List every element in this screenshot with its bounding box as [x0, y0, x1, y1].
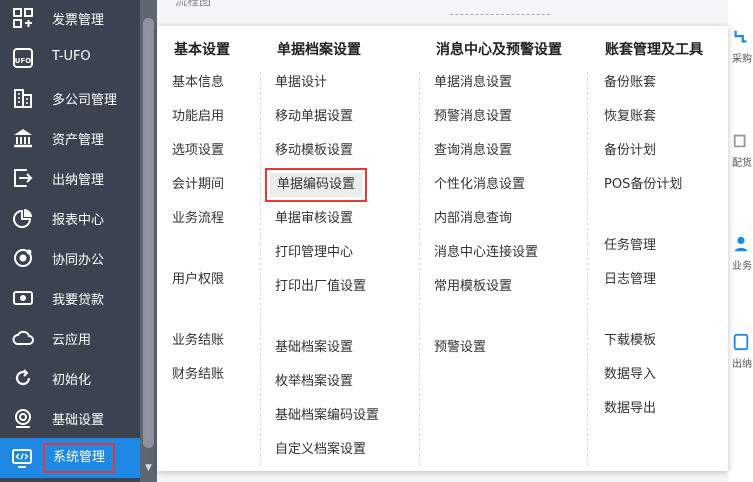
system-code-monitor-icon: [10, 447, 34, 469]
menu-item-business-closing[interactable]: 业务结账: [172, 332, 224, 350]
purchase-flow-icon: [734, 30, 747, 43]
menu-item-log-management[interactable]: 日志管理: [604, 271, 656, 289]
right-item-business[interactable]: 业务: [732, 235, 753, 272]
menu-item-custom-archive-settings[interactable]: 自定义档案设置: [275, 441, 366, 459]
sidebar-item-label: 多公司管理: [52, 93, 118, 108]
gear-settings-icon: [11, 407, 35, 429]
menu-item-mobile-document-settings[interactable]: 移动单据设置: [275, 108, 353, 126]
sidebar-item-invoice[interactable]: 发票管理: [0, 0, 140, 38]
menu-item-data-import[interactable]: 数据导入: [604, 366, 656, 384]
menu-item-archive-code-settings[interactable]: 基础档案编码设置: [275, 407, 379, 425]
menu-item-document-design[interactable]: 单据设计: [275, 74, 327, 92]
menu-item-feature-enable[interactable]: 功能启用: [172, 108, 224, 126]
sidebar-item-loan[interactable]: 我要贷款: [0, 278, 140, 318]
sidebar-item-assets[interactable]: 资产管理: [0, 118, 140, 158]
sidebar-item-label: 报表中心: [52, 213, 105, 228]
menu-column-title: 账套管理及工具: [605, 42, 703, 58]
sidebar-item-label: 出纳管理: [52, 173, 105, 188]
background-top-label: 流程图: [175, 0, 212, 8]
bank-asset-icon: [11, 127, 35, 149]
sidebar-item-cashier[interactable]: 出纳管理: [0, 158, 140, 198]
scroll-down-icon[interactable]: ▼: [143, 462, 154, 474]
menu-item-option-settings[interactable]: 选项设置: [172, 142, 224, 160]
sidebar-item-label: 发票管理: [52, 13, 105, 28]
column-divider: [419, 72, 420, 466]
column-divider: [260, 72, 261, 466]
sidebar-item-system-management[interactable]: 系统管理: [0, 438, 140, 478]
cloud-icon: [11, 327, 35, 349]
menu-item-document-message-settings[interactable]: 单据消息设置: [434, 74, 512, 92]
menu-item-accounting-period[interactable]: 会计期间: [172, 176, 224, 194]
menu-item-enum-archive-settings[interactable]: 枚举档案设置: [275, 373, 353, 391]
menu-item-alert-settings[interactable]: 预警设置: [434, 339, 486, 357]
menu-item-mobile-template-settings[interactable]: 移动模板设置: [275, 142, 353, 160]
sidebar-item-t-ufo[interactable]: UFO T-UFO: [0, 38, 140, 78]
sidebar-item-multi-company[interactable]: 多公司管理: [0, 78, 140, 118]
invoice-grid-icon: [11, 7, 35, 29]
sidebar-item-label: 系统管理: [43, 443, 116, 473]
sidebar-item-initialize[interactable]: 初始化: [0, 358, 140, 398]
menu-item-download-template[interactable]: 下载模板: [604, 332, 656, 350]
menu-item-data-export[interactable]: 数据导出: [604, 400, 656, 418]
svg-text:UFO: UFO: [15, 57, 31, 65]
menu-column-title: 单据档案设置: [277, 42, 361, 58]
sidebar-item-cloud-apps[interactable]: 云应用: [0, 318, 140, 358]
menu-item-print-factory-defaults[interactable]: 打印出厂值设置: [275, 278, 366, 296]
menu-item-user-permissions[interactable]: 用户权限: [172, 271, 224, 289]
sidebar-item-label: 我要贷款: [52, 293, 105, 308]
cashier-export-icon: [11, 167, 35, 189]
menu-item-print-management-center[interactable]: 打印管理中心: [275, 244, 353, 262]
collaboration-icon: [11, 247, 35, 269]
menu-column-title: 基本设置: [174, 42, 230, 58]
company-building-icon: [11, 87, 35, 109]
menu-item-document-code-settings[interactable]: 单据编码设置: [264, 168, 368, 202]
distribution-icon: [733, 134, 746, 148]
right-item-distribution[interactable]: 配货: [732, 132, 753, 169]
sidebar-item-label: 资产管理: [52, 133, 105, 148]
menu-item-task-management[interactable]: 任务管理: [604, 237, 656, 255]
cashier-doc-icon: [733, 333, 749, 351]
menu-item-personalized-message-settings[interactable]: 个性化消息设置: [434, 176, 525, 194]
sidebar-scrollbar-thumb[interactable]: [143, 18, 154, 448]
right-item-label: 采购: [732, 54, 752, 65]
business-users-icon: [734, 236, 748, 252]
sidebar-item-label: T-UFO: [52, 49, 91, 64]
refresh-init-icon: [11, 367, 35, 389]
sidebar-item-reports[interactable]: 报表中心: [0, 198, 140, 238]
menu-item-backup-plan[interactable]: 备份计划: [604, 142, 656, 160]
menu-item-query-message-settings[interactable]: 查询消息设置: [434, 142, 512, 160]
menu-item-common-template-settings[interactable]: 常用模板设置: [434, 278, 512, 296]
sidebar: 发票管理 UFO T-UFO 多公司管理 资产管理 出纳管理 报表中心 协同办公…: [0, 0, 140, 482]
right-item-label: 业务: [732, 261, 752, 272]
menu-item-basic-archive-settings[interactable]: 基础档案设置: [275, 339, 353, 357]
menu-item-business-process[interactable]: 业务流程: [172, 210, 224, 228]
sidebar-item-label: 云应用: [52, 333, 92, 348]
menu-item-backup-account[interactable]: 备份账套: [604, 74, 656, 92]
right-item-label: 出纳: [732, 359, 752, 370]
background-dashed-line: [450, 14, 550, 15]
sidebar-item-basic-settings[interactable]: 基础设置: [0, 398, 140, 438]
system-management-menu: 基本设置 单据档案设置 消息中心及预警设置 账套管理及工具 基本信息 功能启用 …: [157, 26, 728, 471]
ufo-report-icon: UFO: [11, 47, 35, 69]
right-item-purchase[interactable]: 采购: [732, 28, 753, 65]
menu-column-title: 消息中心及预警设置: [436, 42, 562, 58]
sidebar-item-collaboration[interactable]: 协同办公: [0, 238, 140, 278]
loan-cash-icon: [11, 287, 35, 309]
menu-item-restore-account[interactable]: 恢复账套: [604, 108, 656, 126]
pie-chart-icon: [11, 207, 35, 229]
sidebar-item-label: 协同办公: [52, 253, 105, 268]
menu-item-document-review-settings[interactable]: 单据审核设置: [275, 210, 353, 228]
sidebar-item-label: 初始化: [52, 373, 92, 388]
column-divider: [587, 72, 588, 466]
right-item-label: 配货: [732, 158, 752, 169]
menu-item-alert-message-settings[interactable]: 预警消息设置: [434, 108, 512, 126]
menu-item-internal-message-query[interactable]: 内部消息查询: [434, 210, 512, 228]
menu-item-message-center-connection[interactable]: 消息中心连接设置: [434, 244, 538, 262]
menu-item-basic-info[interactable]: 基本信息: [172, 74, 224, 92]
menu-item-financial-closing[interactable]: 财务结账: [172, 366, 224, 384]
right-item-cashier[interactable]: 出纳: [732, 333, 753, 370]
sidebar-item-label: 基础设置: [52, 413, 105, 428]
menu-item-pos-backup-plan[interactable]: POS备份计划: [604, 176, 682, 194]
